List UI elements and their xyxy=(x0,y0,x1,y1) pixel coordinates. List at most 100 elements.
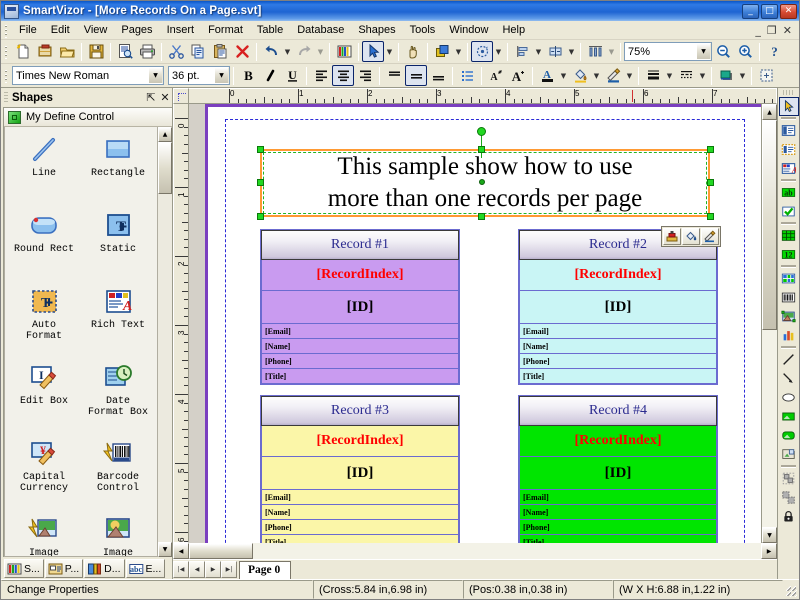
resize-handle-n[interactable] xyxy=(478,146,485,153)
close-icon[interactable]: ✕ xyxy=(158,91,172,104)
close-button[interactable]: ✕ xyxy=(780,3,797,19)
menu-edit[interactable]: Edit xyxy=(44,22,77,38)
line-tool[interactable] xyxy=(779,350,799,369)
zoom-in-button[interactable] xyxy=(734,41,756,62)
save-button[interactable] xyxy=(85,41,107,62)
scroll-up-button[interactable]: ▲ xyxy=(762,104,777,120)
record-field[interactable]: [Email] xyxy=(261,490,459,505)
open-project-button[interactable] xyxy=(34,41,56,62)
italic-button[interactable] xyxy=(259,65,281,86)
static-text-tool[interactable] xyxy=(779,121,799,140)
mdi-close-button[interactable]: ✕ xyxy=(783,24,792,37)
scroll-left-button[interactable]: ◀ xyxy=(173,543,189,559)
line-color-dropdown[interactable]: ▼ xyxy=(624,65,635,86)
maximize-button[interactable]: □ xyxy=(761,3,778,19)
last-page-button[interactable]: ▶| xyxy=(221,561,237,578)
record-index-field[interactable]: [RecordIndex] xyxy=(261,426,459,457)
page-sheet[interactable]: This sample show how to use more than on… xyxy=(205,104,761,543)
next-page-button[interactable]: ▶ xyxy=(205,561,221,578)
align-top-button[interactable] xyxy=(383,65,405,86)
shape-item-capital-currency[interactable]: ¥ Capital Currency xyxy=(7,435,81,511)
shape-item-image-field[interactable]: Image Field xyxy=(7,511,81,556)
fill-color-button[interactable] xyxy=(682,228,700,245)
ellipse-tool[interactable] xyxy=(779,388,799,407)
round-rect-tool[interactable] xyxy=(779,426,799,445)
resize-handle-nw[interactable] xyxy=(257,146,264,153)
record-field[interactable]: [Title] xyxy=(519,369,717,384)
shape-item-rectangle[interactable]: Rectangle xyxy=(81,131,155,207)
page-canvas[interactable]: This sample show how to use more than on… xyxy=(189,104,761,543)
cut-button[interactable] xyxy=(165,41,187,62)
shape-item-round-rect[interactable]: Round Rect xyxy=(7,207,81,283)
align-dropdown[interactable]: ▼ xyxy=(533,41,544,62)
horizontal-scroll-thumb[interactable] xyxy=(189,543,253,559)
print-button[interactable] xyxy=(136,41,158,62)
order-dropdown[interactable]: ▼ xyxy=(453,41,464,62)
undo-button[interactable] xyxy=(260,41,282,62)
font-name-combo[interactable]: Times New Roman ▼ xyxy=(12,66,164,85)
line-color-button[interactable] xyxy=(602,65,624,86)
record-field[interactable]: [Phone] xyxy=(261,520,459,535)
pointer-dropdown[interactable]: ▼ xyxy=(384,41,395,62)
scroll-down-button[interactable]: ▼ xyxy=(762,527,777,543)
arrow-tool[interactable] xyxy=(779,369,799,388)
zoom-combo[interactable]: 75% ▼ xyxy=(624,42,712,61)
align-left-button[interactable] xyxy=(310,65,332,86)
center-horizontally-button[interactable] xyxy=(544,41,566,62)
select-pointer-tool[interactable] xyxy=(778,97,799,116)
canvas-vertical-scrollbar[interactable]: ▲ ▼ xyxy=(761,104,777,543)
menu-database[interactable]: Database xyxy=(290,22,351,38)
first-page-button[interactable]: |◀ xyxy=(173,561,189,578)
record-field[interactable]: [Email] xyxy=(519,324,717,339)
line-color-button[interactable] xyxy=(701,228,719,245)
dash-style-button[interactable] xyxy=(675,65,697,86)
resize-handle-sw[interactable] xyxy=(257,213,264,220)
color-bars-button[interactable] xyxy=(333,41,355,62)
distribute-dropdown[interactable]: ▼ xyxy=(606,41,617,62)
lock-objects-tool[interactable] xyxy=(779,507,799,526)
scroll-right-button[interactable]: ▶ xyxy=(761,543,777,559)
resize-grip[interactable] xyxy=(783,580,799,599)
format-toolbar-grip[interactable] xyxy=(4,68,9,83)
shadow-style-button[interactable] xyxy=(715,65,737,86)
align-objects-button[interactable] xyxy=(511,41,533,62)
font-size-dropdown-arrow[interactable]: ▼ xyxy=(214,67,229,84)
palette-scrollbar[interactable]: ▲ ▼ xyxy=(157,127,172,557)
image-field-tool[interactable] xyxy=(779,307,799,326)
mdi-minimize-button[interactable]: _ xyxy=(755,24,761,37)
zoom-dropdown-arrow[interactable]: ▼ xyxy=(696,43,711,60)
ungroup-objects-tool[interactable] xyxy=(779,488,799,507)
help-button[interactable]: ? xyxy=(763,41,785,62)
auto-format-tool[interactable] xyxy=(779,140,799,159)
line-style-dropdown[interactable]: ▼ xyxy=(664,65,675,86)
record-field[interactable]: [Name] xyxy=(261,505,459,520)
menu-shapes[interactable]: Shapes xyxy=(351,22,402,38)
palette-scroll-up-button[interactable]: ▲ xyxy=(158,127,172,142)
check-box-tool[interactable] xyxy=(779,202,799,221)
record-field[interactable]: [Name] xyxy=(519,505,717,520)
redo-button[interactable] xyxy=(293,41,315,62)
font-color-button[interactable]: A xyxy=(536,65,558,86)
rich-text-tool[interactable]: A xyxy=(779,159,799,178)
align-bottom-button[interactable] xyxy=(427,65,449,86)
my-define-control-group-header[interactable]: My Define Control xyxy=(4,108,172,127)
record-field[interactable]: [Phone] xyxy=(519,354,717,369)
resize-handle-s[interactable] xyxy=(478,213,485,220)
shape-item-static[interactable]: T Static xyxy=(81,207,155,283)
delete-button[interactable] xyxy=(231,41,253,62)
title-text-object[interactable]: This sample show how to use more than on… xyxy=(260,149,710,217)
menu-window[interactable]: Window xyxy=(442,22,495,38)
rotation-pivot[interactable] xyxy=(478,179,485,185)
previous-page-button[interactable]: ◀ xyxy=(189,561,205,578)
menu-view[interactable]: View xyxy=(77,22,115,38)
image-space-tool[interactable] xyxy=(779,445,799,464)
increase-font-button[interactable]: A xyxy=(507,65,529,86)
bold-button[interactable]: B xyxy=(237,65,259,86)
standard-toolbar-grip[interactable] xyxy=(4,44,9,59)
rectangle-tool[interactable] xyxy=(779,407,799,426)
dock-tab-database[interactable]: D... xyxy=(84,559,125,578)
record-card-4[interactable]: Record #4 [RecordIndex] [ID] [Email] [Na… xyxy=(518,395,718,543)
record-field[interactable]: [Phone] xyxy=(261,354,459,369)
horizontal-ruler[interactable]: 012345678 xyxy=(189,88,777,104)
format-painter-button[interactable] xyxy=(663,228,681,245)
